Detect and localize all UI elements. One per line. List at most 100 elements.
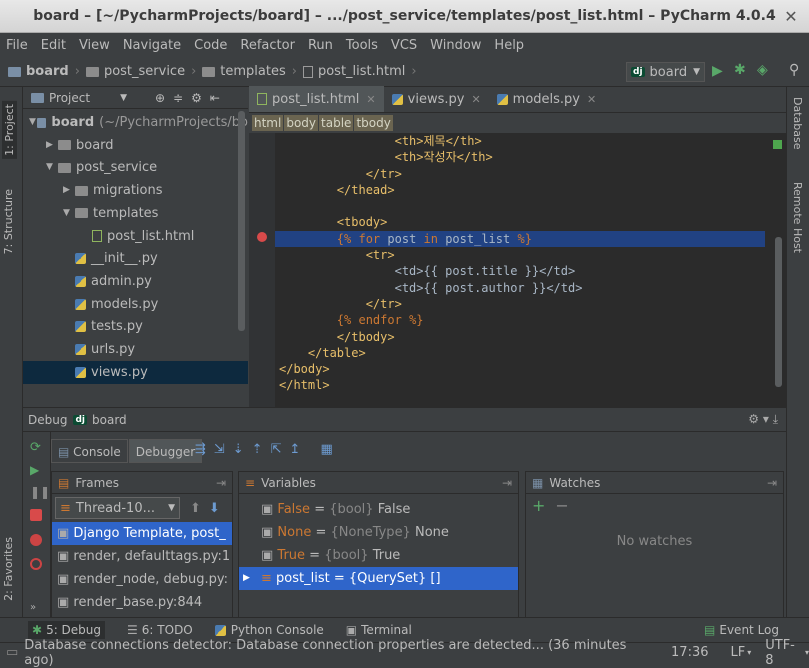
- code-line[interactable]: </html>: [275, 377, 765, 393]
- tree-item[interactable]: admin.py: [23, 270, 248, 293]
- tree-item[interactable]: urls.py: [23, 338, 248, 361]
- tag-crumb-html[interactable]: html: [252, 115, 284, 131]
- editor-gutter[interactable]: [249, 133, 275, 407]
- run-icon[interactable]: ▶: [712, 63, 723, 79]
- breadcrumb-project[interactable]: board ›: [8, 64, 80, 79]
- tree-item[interactable]: tests.py: [23, 315, 248, 338]
- tool-tab-terminal[interactable]: ▣ Terminal: [346, 623, 412, 637]
- gear-icon[interactable]: ⚙ ▾ ⤓: [748, 412, 778, 427]
- line-separator[interactable]: LF: [731, 645, 746, 660]
- editor-scrollbar[interactable]: [775, 237, 782, 387]
- tab-post-list-html[interactable]: post_list.html ✕: [249, 86, 384, 112]
- tree-item[interactable]: models.py: [23, 293, 248, 316]
- code-line[interactable]: <tr>: [275, 247, 765, 263]
- close-icon[interactable]: ✕: [587, 93, 596, 106]
- tab-debugger[interactable]: Debugger: [128, 439, 203, 463]
- tree-item[interactable]: ▶ migrations: [23, 179, 248, 202]
- code-line[interactable]: </body>: [275, 361, 765, 377]
- tab-console[interactable]: ▤ Console: [51, 439, 128, 463]
- file-encoding[interactable]: UTF-8: [765, 638, 803, 668]
- code-line[interactable]: </tr>: [275, 296, 765, 312]
- code-line[interactable]: <td>{{ post.title }}</td>: [275, 263, 765, 279]
- tree-item[interactable]: post_list.html: [23, 225, 248, 248]
- caret-position[interactable]: 17:36: [671, 645, 708, 660]
- menu-view[interactable]: View: [79, 38, 110, 53]
- add-watch-icon[interactable]: +: [532, 496, 545, 515]
- close-icon[interactable]: ✕: [471, 93, 480, 106]
- tag-crumb-body[interactable]: body: [284, 115, 319, 131]
- code-line[interactable]: <th>작성자</th>: [275, 149, 765, 165]
- variable-row[interactable]: ▣ None = {NoneType} None: [239, 521, 518, 544]
- breakpoint-icon[interactable]: [257, 232, 267, 242]
- tool-tab-python-console[interactable]: Python Console: [214, 623, 324, 637]
- status-message[interactable]: Database connections detector: Database …: [24, 638, 657, 668]
- code-line[interactable]: {% for post in post_list %}: [275, 230, 765, 248]
- thread-select[interactable]: ≡ Thread-10... ▼: [55, 497, 180, 519]
- breadcrumb-templates[interactable]: templates ›: [202, 64, 297, 79]
- tab-models-py[interactable]: models.py ✕: [489, 86, 605, 112]
- stop-icon[interactable]: [30, 509, 42, 521]
- expand-arrow-icon[interactable]: ▶: [46, 134, 58, 157]
- tool-tab-remote-host[interactable]: Remote Host: [791, 182, 804, 253]
- resume-icon[interactable]: ▶: [30, 464, 42, 476]
- code-line[interactable]: [275, 198, 765, 214]
- code-line[interactable]: </thead>: [275, 182, 765, 198]
- breakpoints-icon[interactable]: [30, 534, 42, 546]
- coverage-icon[interactable]: ◈: [757, 62, 768, 78]
- collapse-icon[interactable]: ≑: [173, 91, 183, 105]
- menu-vcs[interactable]: VCS: [391, 38, 417, 53]
- code-line[interactable]: </tbody>: [275, 329, 765, 345]
- menu-run[interactable]: Run: [308, 38, 333, 53]
- close-icon[interactable]: ✕: [366, 93, 375, 106]
- search-icon[interactable]: ⚲: [789, 62, 799, 78]
- tree-item[interactable]: ▶ board: [23, 134, 248, 157]
- frame-item[interactable]: ▣ Django Template, post_: [52, 522, 232, 545]
- tool-tab-todo[interactable]: ☰ 6: TODO: [127, 623, 193, 637]
- breadcrumb-post-service[interactable]: post_service ›: [85, 64, 196, 79]
- hide-icon[interactable]: ⇤: [210, 91, 220, 105]
- code-line[interactable]: </tr>: [275, 166, 765, 182]
- scrollbar[interactable]: [238, 111, 245, 331]
- step-controls[interactable]: ⇶⇲⇣⇡⇱↥ ▦: [195, 442, 341, 457]
- frame-item[interactable]: ▣ render, defaulttags.py:1: [52, 545, 232, 568]
- menu-help[interactable]: Help: [494, 38, 524, 53]
- menu-navigate[interactable]: Navigate: [123, 38, 181, 53]
- code-area[interactable]: <th>제목</th> <th>작성자</th> </tr> </thead> …: [275, 133, 765, 407]
- variable-row[interactable]: ▣ False = {bool} False: [239, 498, 518, 521]
- tag-crumb-table[interactable]: table: [319, 115, 354, 131]
- variable-row[interactable]: ▣ True = {bool} True: [239, 544, 518, 567]
- remove-watch-icon[interactable]: −: [555, 496, 568, 515]
- tab-views-py[interactable]: views.py ✕: [384, 86, 489, 112]
- code-line[interactable]: </table>: [275, 345, 765, 361]
- menu-code[interactable]: Code: [194, 38, 227, 53]
- tree-item[interactable]: ▼ templates: [23, 202, 248, 225]
- tool-tab-database[interactable]: Database: [791, 97, 804, 150]
- code-line[interactable]: {% endfor %}: [275, 312, 765, 328]
- tool-tab-structure[interactable]: 7: Structure: [2, 189, 15, 254]
- tag-crumb-tbody[interactable]: tbody: [354, 115, 393, 131]
- debug-icon[interactable]: ✱: [734, 62, 746, 78]
- menu-tools[interactable]: Tools: [346, 38, 378, 53]
- variable-row[interactable]: ▶ ≡ post_list = {QuerySet} []: [239, 567, 518, 590]
- tree-item[interactable]: ▼ post_service: [23, 156, 248, 179]
- expand-arrow-icon[interactable]: ▼: [29, 111, 37, 134]
- expand-arrow-icon[interactable]: ▶: [63, 179, 75, 202]
- project-panel-title[interactable]: Project: [49, 91, 90, 105]
- rerun-icon[interactable]: ⟳: [30, 441, 42, 454]
- run-config-select[interactable]: dj board ▼: [626, 62, 705, 82]
- tool-tab-debug[interactable]: ✱ 5: Debug: [28, 621, 106, 639]
- code-line[interactable]: <th>제목</th>: [275, 133, 765, 149]
- code-line[interactable]: <td>{{ post.author }}</td>: [275, 280, 765, 296]
- tool-tab-favorites[interactable]: 2: Favorites: [2, 537, 15, 601]
- more-icon[interactable]: »: [30, 602, 42, 614]
- pause-icon[interactable]: ❚❚: [30, 486, 50, 498]
- menu-window[interactable]: Window: [430, 38, 481, 53]
- code-line[interactable]: <tbody>: [275, 214, 765, 230]
- breadcrumb-file[interactable]: post_list.html ›: [302, 64, 417, 79]
- menu-refactor[interactable]: Refactor: [240, 38, 295, 53]
- event-log-button[interactable]: ▤ Event Log: [704, 623, 779, 637]
- expand-arrow-icon[interactable]: ▼: [63, 202, 75, 225]
- tree-item[interactable]: __init__.py: [23, 247, 248, 270]
- gear-icon[interactable]: ⚙: [191, 91, 202, 105]
- tree-item[interactable]: views.py: [23, 360, 248, 384]
